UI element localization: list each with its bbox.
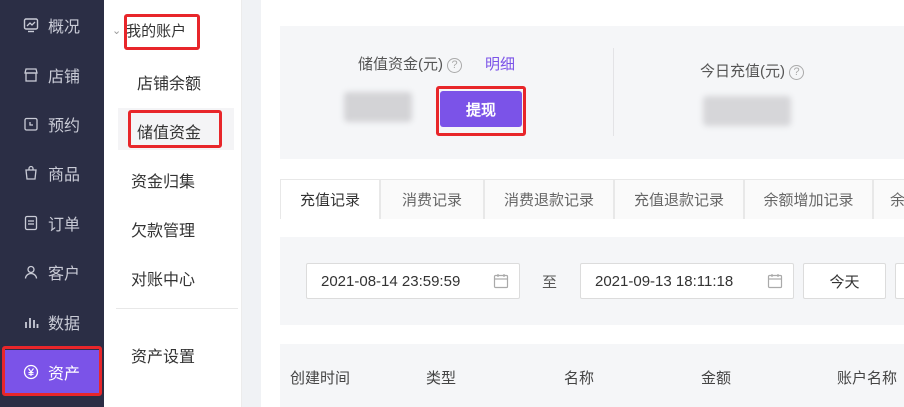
today-recharge-label-text: 今日充值(元) (700, 63, 785, 80)
yuan-icon (22, 363, 40, 381)
nav-item-products[interactable]: 商品 (0, 151, 104, 195)
column-header-amount: 金额 (701, 370, 732, 387)
nav-item-orders[interactable]: 订单 (0, 201, 104, 245)
tab-recharge-records[interactable]: 充值记录 (280, 179, 380, 219)
to-label: 至 (542, 274, 558, 291)
today-recharge-value-blurred (703, 96, 791, 126)
tab-more[interactable]: 余 (873, 179, 904, 219)
bag-icon (22, 164, 40, 182)
nav-label: 数据 (48, 316, 81, 333)
calendar-icon[interactable] (767, 273, 783, 289)
next-quick-button[interactable] (895, 263, 904, 299)
submenu-item-fund-collection[interactable]: 资金归集 (104, 168, 242, 192)
help-icon[interactable]: ? (789, 64, 804, 80)
calendar-icon[interactable] (493, 273, 509, 289)
submenu-item-label: 资金归集 (131, 174, 196, 191)
nav-item-data[interactable]: 数据 (0, 300, 104, 344)
record-tabs: 充值记录 消费记录 消费退款记录 充值退款记录 余额增加记录 余 (280, 179, 904, 219)
start-date-value: 2021-08-14 23:59:59 (321, 272, 461, 290)
submenu-item-reconciliation[interactable]: 对账中心 (104, 266, 242, 290)
column-header-account-name: 账户名称 (837, 370, 898, 387)
stored-funds-value-blurred (344, 92, 412, 122)
tab-balance-increase-records[interactable]: 余额增加记录 (744, 179, 873, 219)
submenu-item-stored-funds[interactable]: 储值资金 (118, 108, 234, 150)
calendar-clock-icon (22, 115, 40, 133)
start-date-input[interactable]: 2021-08-14 23:59:59 (306, 263, 520, 299)
submenu: ⌄ 我的账户 店铺余额 储值资金 资金归集 欠款管理 对账中心 资产设置 (104, 0, 242, 407)
bar-chart-icon (22, 313, 40, 331)
nav-label: 店铺 (48, 69, 81, 86)
main-content: 储值资金(元)? 明细 提现 今日充值(元)? 充值记录 消费记录 消费退款记录… (261, 0, 904, 407)
nav-label: 客户 (48, 266, 81, 283)
nav-item-assets[interactable]: 资产 (4, 350, 100, 394)
withdraw-button[interactable]: 提现 (440, 91, 522, 127)
stored-funds-label-text: 储值资金(元) (358, 56, 443, 73)
today-button[interactable]: 今天 (803, 263, 886, 299)
nav-item-overview[interactable]: 概况 (0, 3, 104, 47)
nav-label: 概况 (48, 19, 81, 36)
column-header-created-time: 创建时间 (290, 370, 351, 387)
submenu-group-my-account[interactable]: ⌄ 我的账户 (112, 20, 232, 41)
tab-consumption-refund-records[interactable]: 消费退款记录 (484, 179, 614, 219)
records-table-header: 创建时间 类型 名称 金额 账户名称 (280, 344, 904, 407)
submenu-item-label: 欠款管理 (131, 223, 196, 240)
tab-recharge-refund-records[interactable]: 充值退款记录 (614, 179, 744, 219)
submenu-item-debt-management[interactable]: 欠款管理 (104, 217, 242, 241)
date-filter: 2021-08-14 23:59:59 至 2021-09-13 18:11:1… (280, 237, 904, 325)
nav-item-store[interactable]: 店铺 (0, 53, 104, 97)
submenu-group-title: 我的账户 (126, 23, 187, 40)
funds-summary: 储值资金(元)? 明细 提现 今日充值(元)? (280, 26, 904, 159)
user-icon (22, 263, 40, 281)
nav-item-booking[interactable]: 预约 (0, 102, 104, 146)
end-date-input[interactable]: 2021-09-13 18:11:18 (580, 263, 794, 299)
submenu-item-label: 储值资金 (137, 125, 202, 142)
nav-label: 订单 (48, 217, 81, 234)
tab-consumption-records[interactable]: 消费记录 (380, 179, 484, 219)
detail-link[interactable]: 明细 (485, 53, 515, 74)
submenu-item-asset-settings[interactable]: 资产设置 (104, 343, 242, 367)
column-header-name: 名称 (564, 370, 595, 387)
nav-label: 预约 (48, 118, 81, 135)
summary-divider (613, 48, 614, 136)
help-icon[interactable]: ? (447, 57, 462, 73)
submenu-item-label: 对账中心 (131, 272, 196, 289)
submenu-item-label: 店铺余额 (137, 76, 202, 93)
stored-funds-label: 储值资金(元)? (358, 53, 462, 74)
column-header-type: 类型 (426, 370, 457, 387)
store-icon (22, 66, 40, 84)
submenu-item-label: 资产设置 (131, 349, 196, 366)
nav-label: 资产 (48, 366, 81, 383)
today-recharge-label: 今日充值(元)? (700, 60, 804, 81)
nav-label: 商品 (48, 167, 81, 184)
main-nav: 概况 店铺 预约 商品 订单 客户 数据 资产 (0, 0, 104, 407)
nav-item-customers[interactable]: 客户 (0, 250, 104, 294)
submenu-divider (116, 308, 238, 309)
end-date-value: 2021-09-13 18:11:18 (595, 272, 734, 290)
list-icon (22, 214, 40, 232)
submenu-item-store-balance[interactable]: 店铺余额 (104, 70, 242, 93)
monitor-icon (22, 16, 40, 34)
chevron-down-icon: ⌄ (112, 25, 122, 37)
